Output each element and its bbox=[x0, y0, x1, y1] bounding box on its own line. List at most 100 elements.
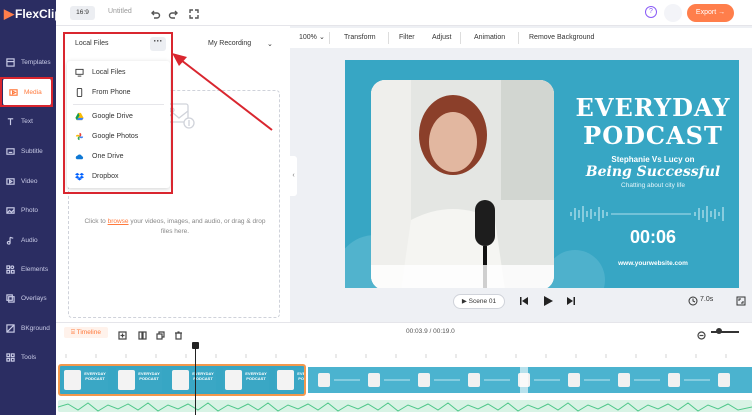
expand-icon[interactable] bbox=[736, 296, 746, 306]
undo-icon[interactable] bbox=[149, 7, 161, 19]
headline-line-1[interactable]: EVERYDAY bbox=[571, 93, 735, 122]
sidebar-item-templates[interactable]: Templates bbox=[0, 48, 56, 76]
split-icon[interactable] bbox=[138, 327, 147, 340]
app-logo: ▶ FlexClip bbox=[4, 6, 62, 22]
media-icon bbox=[9, 88, 18, 96]
animation-button[interactable]: Animation bbox=[474, 34, 505, 41]
my-recording-tab[interactable]: My Recording bbox=[208, 40, 251, 47]
menu-item-google-drive[interactable]: Google Drive bbox=[67, 108, 170, 125]
audio-track[interactable] bbox=[58, 400, 752, 412]
adjust-button[interactable]: Adjust bbox=[432, 34, 451, 41]
aspect-ratio-button[interactable]: 16:9 bbox=[70, 6, 95, 20]
collapse-panel-button[interactable]: ‹ bbox=[290, 156, 297, 196]
selected-clip[interactable]: EVERYDAY PODCAST EVERYDAY PODCAST EVERYD… bbox=[58, 364, 306, 396]
menu-item-from-phone[interactable]: From Phone bbox=[67, 84, 170, 101]
playhead[interactable] bbox=[195, 342, 196, 415]
timeline-ruler bbox=[56, 340, 752, 360]
background-icon bbox=[6, 323, 15, 333]
add-scene-icon[interactable] bbox=[118, 327, 127, 340]
monitor-icon bbox=[75, 68, 84, 77]
tools-icon bbox=[6, 352, 15, 362]
menu-item-dropbox[interactable]: Dropbox bbox=[67, 168, 170, 185]
clip-thumbnail: EVERYDAY PODCAST bbox=[116, 368, 162, 392]
menu-item-local-files[interactable]: Local Files bbox=[67, 64, 170, 81]
playhead-handle[interactable] bbox=[192, 342, 199, 349]
sidebar-item-tools[interactable]: Tools bbox=[0, 343, 56, 371]
chevron-down-icon[interactable]: ⌄ bbox=[319, 33, 325, 41]
timeline-toggle[interactable]: ⌸ Timeline bbox=[64, 327, 108, 338]
edit-toolbar: 100% ⌄ Transform Filter Adjust Animation… bbox=[290, 28, 752, 48]
redo-icon[interactable] bbox=[168, 7, 180, 19]
sidebar-item-subtitle[interactable]: Subtitle bbox=[0, 137, 56, 165]
clip-thumbnail: EVERYDAY PODCAST bbox=[170, 368, 216, 392]
remove-background-button[interactable]: Remove Background bbox=[529, 34, 594, 41]
sidebar-item-audio[interactable]: Audio bbox=[0, 226, 56, 254]
sidebar-item-bkground[interactable]: BKground bbox=[0, 314, 56, 342]
overlays-icon bbox=[6, 293, 15, 303]
video-track: EVERYDAY PODCAST EVERYDAY PODCAST EVERYD… bbox=[58, 364, 752, 396]
toolbar-divider bbox=[460, 32, 461, 44]
clip-scene-thumbnails bbox=[318, 367, 730, 393]
episode-subtitle[interactable]: Being Successful bbox=[571, 164, 735, 180]
transform-button[interactable]: Transform bbox=[344, 34, 376, 41]
timer-text[interactable]: 00:06 bbox=[571, 227, 735, 248]
chevron-down-icon[interactable]: ⌄ bbox=[267, 40, 273, 48]
sidebar-item-text[interactable]: Text bbox=[0, 107, 56, 135]
podcast-host-photo[interactable] bbox=[371, 80, 554, 288]
more-sources-button[interactable]: ··· bbox=[150, 37, 166, 51]
timeline-toolbar: ⌸ Timeline 00:03.9 / 00:19.0 bbox=[56, 322, 752, 340]
zoom-select[interactable]: 100% bbox=[299, 34, 317, 41]
browse-link[interactable]: browse bbox=[108, 218, 129, 225]
avatar[interactable] bbox=[664, 4, 682, 22]
subtitle-icon bbox=[6, 147, 15, 155]
scene-button[interactable]: ▶ Scene 01 bbox=[453, 294, 505, 309]
clip-scene-02[interactable] bbox=[308, 367, 752, 393]
next-icon[interactable] bbox=[566, 296, 576, 306]
zoom-slider-handle[interactable] bbox=[716, 328, 722, 334]
video-icon bbox=[6, 177, 15, 185]
time-readout: 00:03.9 / 00:19.0 bbox=[406, 328, 455, 335]
playback-controls: ▶ Scene 01 7.0s bbox=[290, 290, 752, 314]
duplicate-icon[interactable] bbox=[156, 327, 165, 340]
google-drive-icon bbox=[75, 112, 84, 121]
export-button[interactable]: Export → bbox=[687, 4, 734, 22]
tagline[interactable]: Chatting about city life bbox=[571, 182, 735, 189]
menu-item-one-drive[interactable]: One Drive bbox=[67, 148, 170, 165]
top-bar: 16:9 Untitled ? Export → bbox=[56, 0, 752, 26]
previous-icon[interactable] bbox=[519, 296, 529, 306]
local-files-tab[interactable]: Local Files bbox=[75, 40, 108, 47]
sidebar-item-elements[interactable]: Elements bbox=[0, 255, 56, 283]
trash-icon[interactable] bbox=[174, 327, 183, 340]
dropzone-instructions: Click to browse your videos, images, and… bbox=[84, 218, 266, 235]
templates-icon bbox=[6, 57, 15, 67]
dropbox-icon bbox=[75, 172, 84, 181]
clip-thumbnail: EVERYDAY PODCAST bbox=[275, 368, 304, 392]
scene-duration[interactable]: 7.0s bbox=[700, 296, 713, 303]
project-title[interactable]: Untitled bbox=[108, 8, 132, 15]
help-icon[interactable]: ? bbox=[645, 6, 657, 18]
brand-name: FlexClip bbox=[15, 7, 62, 21]
guest-names[interactable]: Stephanie Vs Lucy on bbox=[571, 155, 735, 164]
website-text[interactable]: www.yourwebsite.com bbox=[571, 260, 735, 267]
source-menu: Local Files From Phone Google Drive Goog… bbox=[67, 61, 170, 188]
elements-icon bbox=[6, 264, 15, 274]
filter-button[interactable]: Filter bbox=[399, 34, 415, 41]
sidebar-item-media[interactable]: Media bbox=[3, 78, 51, 106]
play-icon[interactable] bbox=[543, 295, 554, 307]
app-window: ▶ FlexClip Templates Media Text Subtitle… bbox=[0, 0, 752, 415]
video-canvas[interactable]: EVERYDAY PODCAST Stephanie Vs Lucy on Be… bbox=[345, 60, 739, 288]
sidebar-item-video[interactable]: Video bbox=[0, 167, 56, 195]
menu-item-google-photos[interactable]: Google Photos bbox=[67, 128, 170, 145]
sidebar-item-photo[interactable]: Photo bbox=[0, 196, 56, 224]
toolbar-divider bbox=[329, 32, 330, 44]
sidebar: ▶ FlexClip Templates Media Text Subtitle… bbox=[0, 0, 62, 415]
clip-thumbnail: EVERYDAY PODCAST bbox=[62, 368, 108, 392]
fullscreen-icon[interactable] bbox=[188, 7, 200, 19]
clip-thumbnail: EVERYDAY PODCAST bbox=[223, 368, 269, 392]
zoom-out-icon[interactable] bbox=[697, 327, 706, 340]
menu-divider bbox=[73, 104, 164, 105]
logo-icon: ▶ bbox=[4, 6, 14, 21]
sidebar-item-overlays[interactable]: Overlays bbox=[0, 284, 56, 312]
toolbar-divider bbox=[388, 32, 389, 44]
headline-line-2[interactable]: PODCAST bbox=[571, 121, 735, 150]
